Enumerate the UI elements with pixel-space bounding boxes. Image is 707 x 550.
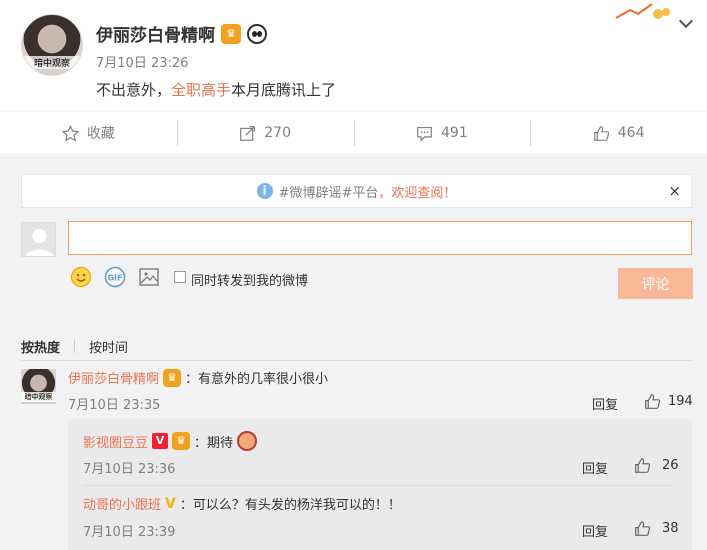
star-icon [61,124,79,142]
repost-count: 270 [264,125,291,141]
panda-icon [247,23,267,44]
forward-checkbox[interactable] [174,271,186,283]
divider [83,485,673,486]
sort-tabs: 按热度 按时间 [21,337,142,356]
sub-reply-user[interactable]: 动哥的小跟班 [83,494,161,513]
share-icon [240,125,256,141]
comment-body: 伊丽莎白骨精啊 ♛ ：有意外的几率很小很小 [68,368,328,387]
notice-link[interactable]: #微博辟谣#平台 [279,182,379,201]
comment-icon [417,126,432,142]
sub-reply-body: 影视圈豆豆 V ♛ ：期待 [83,431,258,451]
action-bar: 收藏 270 491 464 [0,111,707,155]
chevron-down-icon[interactable] [678,13,694,29]
vip-badge-icon[interactable]: ♛ [163,368,182,387]
favorite-label: 收藏 [86,126,115,142]
divider [21,360,692,361]
comment-text: ：有意外的几率很小很小 [185,372,329,387]
verified-badge-icon[interactable]: V [165,496,176,512]
verified-badge-icon[interactable]: V [152,433,169,449]
repost-button[interactable]: 270 [176,112,354,154]
emoji-icon[interactable] [70,266,92,288]
vip-badge-icon[interactable]: ♛ [221,23,241,44]
avatar-caption: 暗中观察 [22,56,82,69]
post-text: 不出意外，全职高手本月底腾讯上了 [96,79,336,100]
sub-reply-like-count: 26 [662,458,679,473]
info-icon: i [256,183,273,199]
notice-text: ，欢迎查阅！ [378,185,457,201]
comment-count: 491 [441,125,468,141]
comment-avatar[interactable]: 暗中观察 [21,369,56,404]
post-text-before: 不出意外， [96,81,172,99]
favorite-button[interactable]: 收藏 [0,112,177,154]
sub-reply-time: 7月10日 23:39 [83,525,176,540]
comment-avatar-caption: 暗中观察 [21,392,56,402]
comment-input[interactable] [68,221,692,255]
close-icon[interactable]: × [668,182,681,200]
comment-reply-button[interactable]: 回复 [592,394,618,413]
tab-hot[interactable]: 按热度 [21,337,74,356]
post-author-name[interactable]: 伊丽莎白骨精啊 [96,21,215,46]
rumor-notice-bar: i #微博辟谣#平台 ，欢迎查阅！ × [21,174,692,208]
vip-badge-icon[interactable]: ♛ [172,432,191,450]
sub-reply-body: 动哥的小跟班 V ：可以么？有头发的杨洋我可以的！！ [83,494,401,514]
gif-icon[interactable]: GIF [104,266,126,288]
sub-reply-text: ：可以么？有头发的杨洋我可以的！！ [179,498,401,513]
tab-separator [74,339,76,353]
thumbs-up-icon[interactable] [644,393,661,410]
post-author-avatar[interactable]: 暗中观察 [21,14,83,76]
user-placeholder-icon [25,229,54,256]
post-time[interactable]: 7月10日 23:26 [96,52,188,71]
sub-reply-reply-button[interactable]: 回复 [582,458,608,477]
sub-reply-user[interactable]: 影视圈豆豆 [83,432,148,451]
svg-text:GIF: GIF [107,274,122,283]
current-user-avatar [21,222,56,257]
trend-decoration-icon [615,3,670,19]
forward-checkbox-label: 同时转发到我的微博 [191,274,309,289]
comment-button[interactable]: 491 [353,112,531,154]
like-count: 464 [617,125,645,141]
post-topic-link[interactable]: 全职高手 [171,81,231,99]
comment-time: 7月10日 23:35 [68,398,161,413]
post-text-after: 本月底腾讯上了 [231,81,337,99]
sub-reply-text: ：期待 [194,435,234,451]
thumbs-up-icon[interactable] [634,520,651,537]
like-button[interactable]: 464 [530,112,707,154]
sub-reply-reply-button[interactable]: 回复 [582,521,608,540]
doll-emoji-icon [237,431,258,451]
tab-time[interactable]: 按时间 [89,337,142,356]
thumbs-up-icon [593,125,609,141]
comment-like-count: 194 [668,394,693,409]
sub-reply-time: 7月10日 23:36 [83,462,176,477]
thumbs-up-icon[interactable] [634,457,651,474]
image-icon[interactable] [138,266,160,288]
comment-user[interactable]: 伊丽莎白骨精啊 [68,368,159,387]
sub-reply-like-count: 38 [662,521,679,536]
submit-comment-button[interactable]: 评论 [618,268,693,299]
